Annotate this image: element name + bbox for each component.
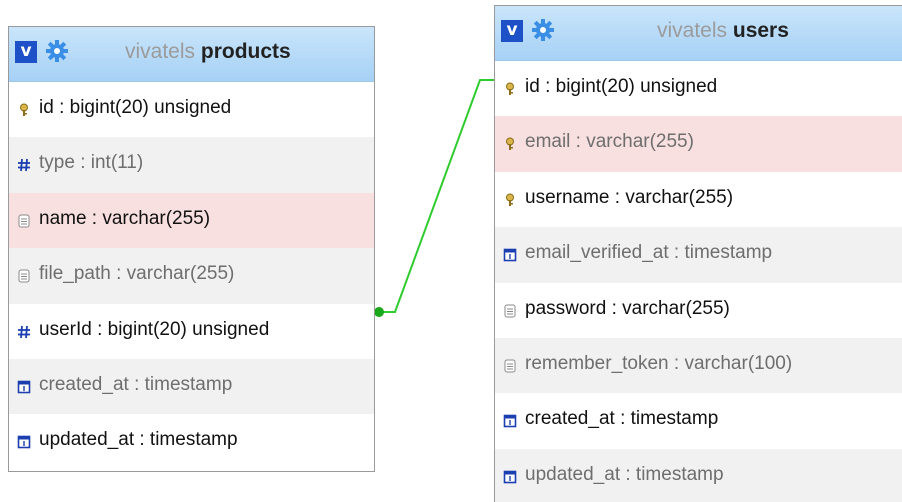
gear-icon[interactable] (45, 39, 69, 63)
column-row-email[interactable]: email : varchar(255) (495, 116, 902, 172)
column-label: updated_at : timestamp (525, 463, 724, 485)
column-row-password[interactable]: password : varchar(255) (495, 283, 902, 338)
database-name: vivatels (657, 19, 728, 42)
column-row-email-verified-at[interactable]: email_verified_at : timestamp (495, 227, 902, 283)
key-icon (506, 193, 514, 206)
column-label: id : bigint(20) unsigned (525, 76, 718, 97)
column-label: userId : bigint(20) unsigned (39, 318, 270, 340)
table-name: products (200, 40, 291, 63)
column-row-updated-at[interactable]: updated_at : timestamp (9, 414, 374, 469)
text-field-icon (504, 359, 516, 373)
column-label: created_at : timestamp (39, 373, 233, 395)
column-row-remember-token[interactable]: remember_token : varchar(100) (495, 337, 902, 394)
timestamp-icon (17, 380, 31, 394)
column-row-created-at[interactable]: created_at : timestamp (9, 358, 374, 415)
column-label: id : bigint(20) unsigned (39, 97, 232, 118)
column-label: created_at : timestamp (525, 408, 719, 430)
timestamp-icon (503, 415, 517, 428)
designer-canvas: v vivatels products id: bigint(20) unsi… (0, 0, 902, 502)
toggle-columns-button[interactable]: v (501, 20, 523, 42)
column-row-type[interactable]: type : int(11) (9, 137, 374, 193)
timestamp-icon (503, 470, 517, 484)
table-header[interactable]: v vivatels products (9, 27, 374, 82)
key-icon (506, 137, 514, 151)
timestamp-icon (17, 436, 31, 449)
toggle-columns-button[interactable]: v (15, 41, 37, 63)
timestamp-icon (503, 248, 517, 262)
column-label: password : varchar(255) (525, 297, 730, 319)
table-name: users (732, 19, 789, 42)
table-title: vivatels products (125, 40, 291, 64)
text-field-icon (504, 304, 516, 318)
column-label: type : int(11) (39, 152, 144, 174)
column-label: username : varchar(255) (525, 186, 734, 208)
table-products[interactable]: v vivatels products id: bigint(20) unsi… (8, 26, 375, 472)
column-row-updated-at[interactable]: updated_at : timestamp (495, 448, 902, 502)
text-field-icon (18, 214, 30, 228)
text-field-icon (18, 269, 30, 283)
table-header[interactable]: v vivatels users (495, 6, 902, 61)
column-row-userid[interactable]: userId : bigint(20) unsigned (9, 304, 374, 359)
column-row-name[interactable]: name : varchar(255) (9, 192, 374, 249)
relation-endpoint-dot (374, 307, 384, 317)
relation-line[interactable] (375, 79, 494, 313)
column-row-id[interactable]: id : bigint(20) unsigned (9, 82, 374, 137)
database-name: vivatels (125, 40, 196, 63)
column-row-file-path[interactable]: file_path : varchar(255) (9, 248, 374, 304)
column-label: email_verified_at : timestamp (525, 242, 773, 264)
table-users[interactable]: v vivatels users id: bigint(20) unsigne… (494, 5, 902, 502)
key-icon (20, 103, 28, 116)
table-title: vivatels users (657, 19, 789, 43)
gear-icon[interactable] (531, 18, 555, 42)
column-label: email : varchar(255) (525, 131, 694, 153)
hash-icon (18, 325, 30, 338)
hash-icon (18, 159, 30, 172)
column-label: name : varchar(255) (39, 207, 211, 229)
column-row-id[interactable]: id : bigint(20) unsigned (495, 61, 902, 116)
column-row-created-at[interactable]: created_at : timestamp (495, 393, 902, 448)
key-icon (506, 82, 514, 95)
column-label: remember_token : varchar(100) (525, 352, 793, 374)
column-label: file_path : varchar(255) (39, 263, 235, 285)
column-row-username[interactable]: username : varchar(255) (495, 172, 902, 227)
column-label: updated_at : timestamp (39, 429, 238, 451)
